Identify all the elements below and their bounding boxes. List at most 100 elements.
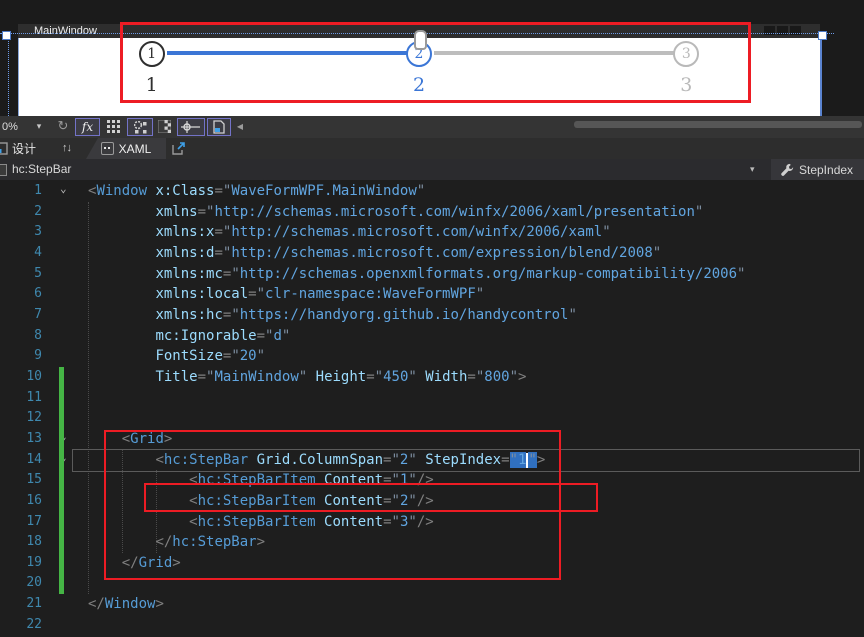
resize-handle-right[interactable] [818,31,827,40]
code-line[interactable]: 4 xmlns:d="http://schemas.microsoft.com/… [0,243,864,264]
code-line[interactable]: 12 [0,408,864,429]
fold-arrow-icon[interactable]: ⌄ [60,180,67,200]
breadcrumb-element[interactable]: hc:StepBar [12,159,71,180]
line-number: 3 [34,224,42,240]
annotation-rectangle-design [120,22,751,103]
xaml-view-icon [100,142,114,155]
line-number: 10 [26,368,42,384]
code-text: Title="MainWindow" Height="450" Width="8… [155,368,527,385]
change-bar [59,367,64,594]
refresh-icon[interactable]: ↻ [55,118,71,134]
document-outline-toggle-icon[interactable] [207,118,231,136]
fold-column [42,222,88,243]
design-horizontal-scrollbar[interactable] [574,121,862,128]
line-number: 20 [26,575,42,591]
fold-column [42,408,88,429]
snap-grid-icon[interactable] [104,118,123,134]
designer-toolbar: 0% ▾ ↻ fx ◀ [0,116,864,138]
line-number: 22 [26,616,42,632]
indent-guide [88,202,89,594]
transparency-icon[interactable] [156,118,173,134]
line-number: 15 [26,472,42,488]
code-line[interactable]: 22 [0,615,864,636]
line-number: 1 [34,183,42,198]
code-line[interactable]: 1 ⌄ <Window x:Class="WaveFormWPF.MainWindo… [0,181,864,202]
breadcrumb-property-label: StepIndex [799,162,854,177]
code-line[interactable]: 3 xmlns:x="http://schemas.microsoft.com/… [0,222,864,243]
fold-column [42,512,88,533]
code-text: mc:Ignorable="d" [155,327,291,344]
line-number: 5 [34,265,42,281]
design-view-icon [0,142,8,155]
xaml-code-editor[interactable]: 1 ⌄ <Window x:Class="WaveFormWPF.MainWindo… [0,180,864,637]
line-number: 18 [26,534,42,550]
selection-guide-vertical [8,33,9,116]
code-text: xmlns:mc="http://schemas.openxmlformats.… [155,265,746,282]
fold-column [42,491,88,512]
effects-toggle-icon[interactable]: fx [75,118,100,136]
collapse-left-icon[interactable]: ◀ [234,118,246,134]
breadcrumb: hc:StepBar ▾ StepIndex [0,159,864,180]
resize-handle-left[interactable] [2,31,11,40]
tab-design-label: 设计 [12,142,37,156]
code-line[interactable]: 2 xmlns="http://schemas.microsoft.com/wi… [0,202,864,223]
fold-column [42,615,88,636]
line-number: 7 [34,306,42,322]
breadcrumb-dropdown-icon[interactable]: ▾ [750,159,755,180]
snapping-toggle-icon[interactable] [177,118,205,136]
view-tab-strip: 设计 ↑↓ XAML [0,138,864,159]
line-number: 19 [26,554,42,570]
line-number: 16 [26,492,42,508]
zoom-level-combo[interactable]: 0% [2,116,18,138]
xaml-designer-window: MainWindow 112233 0% ▾ ↻ fx ◀ 设计 ↑↓ XAML… [0,0,864,637]
fold-column [42,532,88,553]
code-text: xmlns:local="clr-namespace:WaveFormWPF" [155,286,485,303]
fold-column [42,305,88,326]
tab-xaml[interactable]: XAML [86,138,166,159]
preview-window-title: MainWindow [34,25,97,37]
fold-column [42,346,88,367]
tab-design[interactable]: 设计 [0,138,36,159]
code-text: xmlns="http://schemas.microsoft.com/winf… [155,203,704,220]
fold-column [42,367,88,388]
fold-column [42,243,88,264]
swap-panes-icon[interactable]: ↑↓ [62,138,72,159]
line-number: 21 [26,596,42,612]
element-icon [0,164,7,176]
code-line[interactable]: 6 xmlns:local="clr-namespace:WaveFormWPF… [0,284,864,305]
line-number: 17 [26,513,42,529]
line-number: 4 [34,244,42,260]
line-number: 2 [34,203,42,219]
line-number: 8 [34,327,42,343]
annotation-rectangle-grid-block [104,430,561,580]
code-text: </Window> [88,596,164,613]
code-line[interactable]: 9 FontSize="20" [0,346,864,367]
popout-window-icon[interactable] [172,141,186,155]
line-number: 14 [26,451,42,467]
code-text: FontSize="20" [155,348,266,365]
zoom-dropdown-icon[interactable]: ▾ [32,118,46,134]
design-surface[interactable]: MainWindow 112233 [0,0,864,116]
breadcrumb-property[interactable]: StepIndex [771,159,864,180]
tab-xaml-label: XAML [118,141,152,156]
fold-column [42,553,88,574]
grid-options-toggle-icon[interactable] [127,118,153,136]
code-text: xmlns:x="http://schemas.microsoft.com/wi… [155,224,611,241]
fold-column [42,264,88,285]
fold-column [42,326,88,347]
code-line[interactable]: 5 xmlns:mc="http://schemas.openxmlformat… [0,264,864,285]
code-line[interactable]: 7 xmlns:hc="https://handyorg.github.io/h… [0,305,864,326]
fold-column [42,202,88,223]
code-line[interactable]: 10 Title="MainWindow" Height="450" Width… [0,367,864,388]
code-line[interactable]: 11 [0,388,864,409]
code-line[interactable]: 8 mc:Ignorable="d" [0,326,864,347]
fold-column [42,470,88,491]
fold-column [42,388,88,409]
line-number: 12 [26,410,42,426]
fold-column [42,594,88,615]
fold-column: ⌄ [42,181,88,202]
code-text: xmlns:hc="https://handyorg.github.io/han… [155,306,577,323]
line-number: 13 [26,430,42,446]
code-text: xmlns:d="http://schemas.microsoft.com/ex… [155,244,662,261]
code-line[interactable]: 21 </Window> [0,594,864,615]
